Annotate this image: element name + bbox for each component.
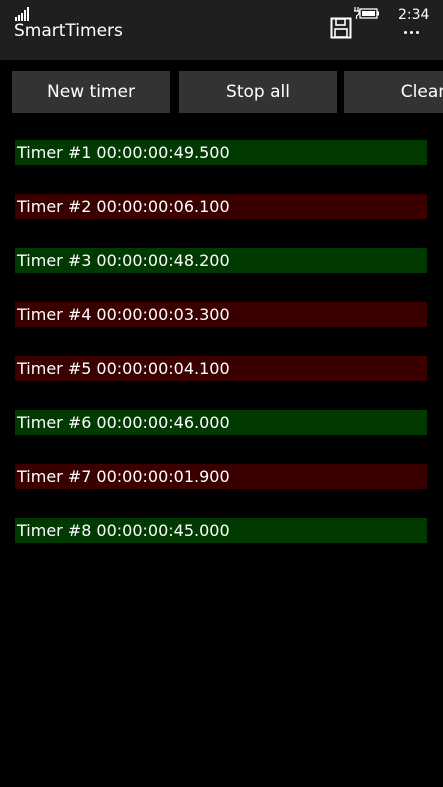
timer-elapsed: 00:00:00:45.000	[96, 521, 230, 540]
save-disk-icon[interactable]	[330, 17, 352, 39]
more-button[interactable]	[400, 26, 424, 40]
status-clock: 2:34	[398, 7, 430, 23]
stop-all-button[interactable]: Stop all	[179, 71, 337, 113]
timer-row[interactable]: Timer #8 00:00:00:45.000	[15, 518, 427, 543]
timer-name: Timer #8	[17, 521, 92, 540]
battery-charging-icon	[354, 7, 379, 19]
timer-name: Timer #5	[17, 359, 92, 378]
timer-row[interactable]: Timer #6 00:00:00:46.000	[15, 410, 427, 435]
more-dots-icon	[404, 31, 407, 34]
timer-name: Timer #4	[17, 305, 92, 324]
timer-elapsed: 00:00:00:49.500	[96, 143, 230, 162]
timer-name: Timer #2	[17, 197, 92, 216]
timer-elapsed: 00:00:00:48.200	[96, 251, 230, 270]
timer-name: Timer #7	[17, 467, 92, 486]
timer-row[interactable]: Timer #5 00:00:00:04.100	[15, 356, 427, 381]
timer-row[interactable]: Timer #2 00:00:00:06.100	[15, 194, 427, 219]
timer-elapsed: 00:00:00:01.900	[96, 467, 230, 486]
timer-elapsed: 00:00:00:03.300	[96, 305, 230, 324]
timer-elapsed: 00:00:00:04.100	[96, 359, 230, 378]
timer-row[interactable]: Timer #3 00:00:00:48.200	[15, 248, 427, 273]
timer-name: Timer #1	[17, 143, 92, 162]
timer-elapsed: 00:00:00:06.100	[96, 197, 230, 216]
title-bar: SmartTimers 2:34	[0, 0, 443, 60]
timer-row[interactable]: Timer #7 00:00:00:01.900	[15, 464, 427, 489]
timer-name: Timer #6	[17, 413, 92, 432]
app-title: SmartTimers	[14, 21, 123, 41]
timer-row[interactable]: Timer #1 00:00:00:49.500	[15, 140, 427, 165]
signal-bars-icon	[15, 7, 35, 21]
timer-elapsed: 00:00:00:46.000	[96, 413, 230, 432]
clear-button[interactable]: Clear	[344, 71, 443, 113]
timer-row[interactable]: Timer #4 00:00:00:03.300	[15, 302, 427, 327]
timer-name: Timer #3	[17, 251, 92, 270]
command-bar: New timer Stop all Clear	[0, 71, 443, 113]
new-timer-button[interactable]: New timer	[12, 71, 170, 113]
